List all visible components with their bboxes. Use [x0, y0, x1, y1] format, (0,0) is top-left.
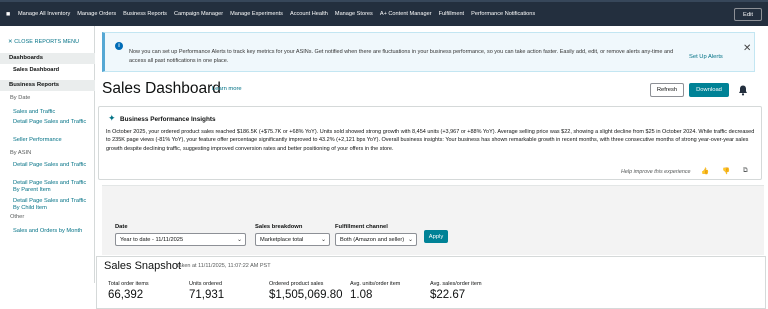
nav-manage-stores[interactable]: Manage Stores: [335, 11, 373, 17]
nav-fulfillment[interactable]: Fulfillment: [439, 11, 465, 17]
reports-sidebar: ✕ CLOSE REPORTS MENU Dashboards Sales Da…: [0, 26, 95, 283]
fulfillment-channel-label: Fulfillment channel: [335, 224, 388, 230]
date-select[interactable]: Year to date - 11/11/2025 ⌄: [115, 233, 246, 246]
alert-message: Now you can set up Performance Alerts to…: [129, 49, 674, 64]
sidebar-section-dashboards: Dashboards: [0, 53, 95, 64]
set-up-alerts-link[interactable]: Set Up Alerts: [689, 54, 723, 60]
learn-more-link[interactable]: Learn more: [212, 86, 242, 92]
page-title: Sales Dashboard: [102, 80, 221, 97]
close-reports-menu-link[interactable]: ✕ CLOSE REPORTS MENU: [8, 39, 79, 45]
sidebar-item-detail-page-sales-and-traffic[interactable]: Detail Page Sales and Traffic: [13, 119, 91, 126]
close-icon[interactable]: ✕: [743, 43, 751, 54]
kpi-value: $22.67: [430, 289, 466, 301]
menu-icon[interactable]: ■: [6, 11, 18, 18]
sidebar-item-sales-dashboard[interactable]: Sales Dashboard: [13, 67, 91, 74]
sidebar-section-business-reports: Business Reports: [0, 80, 95, 91]
kpi-label: Avg. sales/order item: [430, 281, 482, 287]
kpi-label: Ordered product sales: [269, 281, 324, 287]
kpi-label: Avg. units/order item: [350, 281, 401, 287]
chevron-down-icon: ⌄: [407, 237, 413, 243]
nav-account-health[interactable]: Account Health: [290, 11, 328, 17]
date-filter-label: Date: [115, 224, 128, 230]
chevron-down-icon: ⌄: [320, 237, 326, 243]
nav-manage-orders[interactable]: Manage Orders: [77, 11, 116, 17]
insights-body: In October 2025, your ordered product sa…: [106, 129, 755, 152]
thumbs-up-icon[interactable]: 👍: [701, 167, 709, 175]
sidebar-item-asin-by-child[interactable]: Detail Page Sales and Traffic By Child I…: [13, 198, 91, 212]
thumbs-down-icon[interactable]: 👎: [722, 167, 730, 175]
nav-campaign-manager[interactable]: Campaign Manager: [174, 11, 223, 17]
nav-performance-notifications[interactable]: Performance Notifications: [471, 11, 535, 17]
bell-icon[interactable]: [738, 83, 748, 101]
sidebar-group-by-asin: By ASIN: [10, 150, 32, 156]
performance-alerts-banner: i Now you can set up Performance Alerts …: [102, 32, 755, 72]
snapshot-title: Sales Snapshot: [104, 260, 182, 272]
kpi-value: $1,505,069.80: [269, 289, 343, 301]
nav-manage-all-inventory[interactable]: Manage All Inventory: [18, 11, 70, 17]
main-content: i Now you can set up Performance Alerts …: [96, 26, 768, 309]
nav-a-plus-content-manager[interactable]: A+ Content Manager: [380, 11, 432, 17]
kpi-label: Units ordered: [189, 281, 223, 287]
kpi-label: Total order items: [108, 281, 149, 287]
sidebar-item-asin-by-parent[interactable]: Detail Page Sales and Traffic By Parent …: [13, 180, 91, 194]
kpi-value: 71,931: [189, 289, 225, 301]
sidebar-group-by-date: By Date: [10, 95, 31, 101]
nav-business-reports[interactable]: Business Reports: [123, 11, 167, 17]
business-insights-card: ✦ Business Performance Insights In Octob…: [98, 106, 762, 180]
chevron-down-icon: ⌄: [236, 237, 242, 243]
sidebar-item-sales-orders-by-month[interactable]: Sales and Orders by Month: [13, 228, 91, 235]
insights-title: Business Performance Insights: [120, 116, 216, 123]
sidebar-group-other: Other: [10, 214, 25, 220]
top-nav-bar: ■ Manage All Inventory Manage Orders Bus…: [0, 0, 768, 26]
copy-icon[interactable]: ⧉: [743, 167, 748, 175]
sidebar-item-seller-performance[interactable]: Seller Performance: [13, 137, 91, 144]
fulfillment-channel-select[interactable]: Both (Amazon and seller) ⌄: [335, 233, 417, 246]
sidebar-item-asin-detail-page[interactable]: Detail Page Sales and Traffic: [13, 162, 91, 169]
refresh-button[interactable]: Refresh: [650, 83, 684, 97]
sales-breakdown-label: Sales breakdown: [255, 224, 303, 230]
info-icon: i: [115, 42, 123, 50]
nav-manage-experiments[interactable]: Manage Experiments: [230, 11, 283, 17]
sparkle-icon: ✦: [108, 113, 116, 123]
edit-nav-button[interactable]: Edit: [734, 8, 762, 21]
download-button[interactable]: Download: [689, 83, 729, 97]
snapshot-timestamp: taken at 11/11/2025, 11:07:22 AM PST: [177, 263, 271, 269]
feedback-prompt: Help improve this experience: [621, 169, 691, 175]
sidebar-item-sales-and-traffic[interactable]: Sales and Traffic: [13, 109, 91, 116]
kpi-value: 66,392: [108, 289, 144, 301]
sales-breakdown-select[interactable]: Marketplace total ⌄: [255, 233, 330, 246]
kpi-value: 1.08: [350, 289, 373, 301]
apply-button[interactable]: Apply: [424, 230, 448, 243]
